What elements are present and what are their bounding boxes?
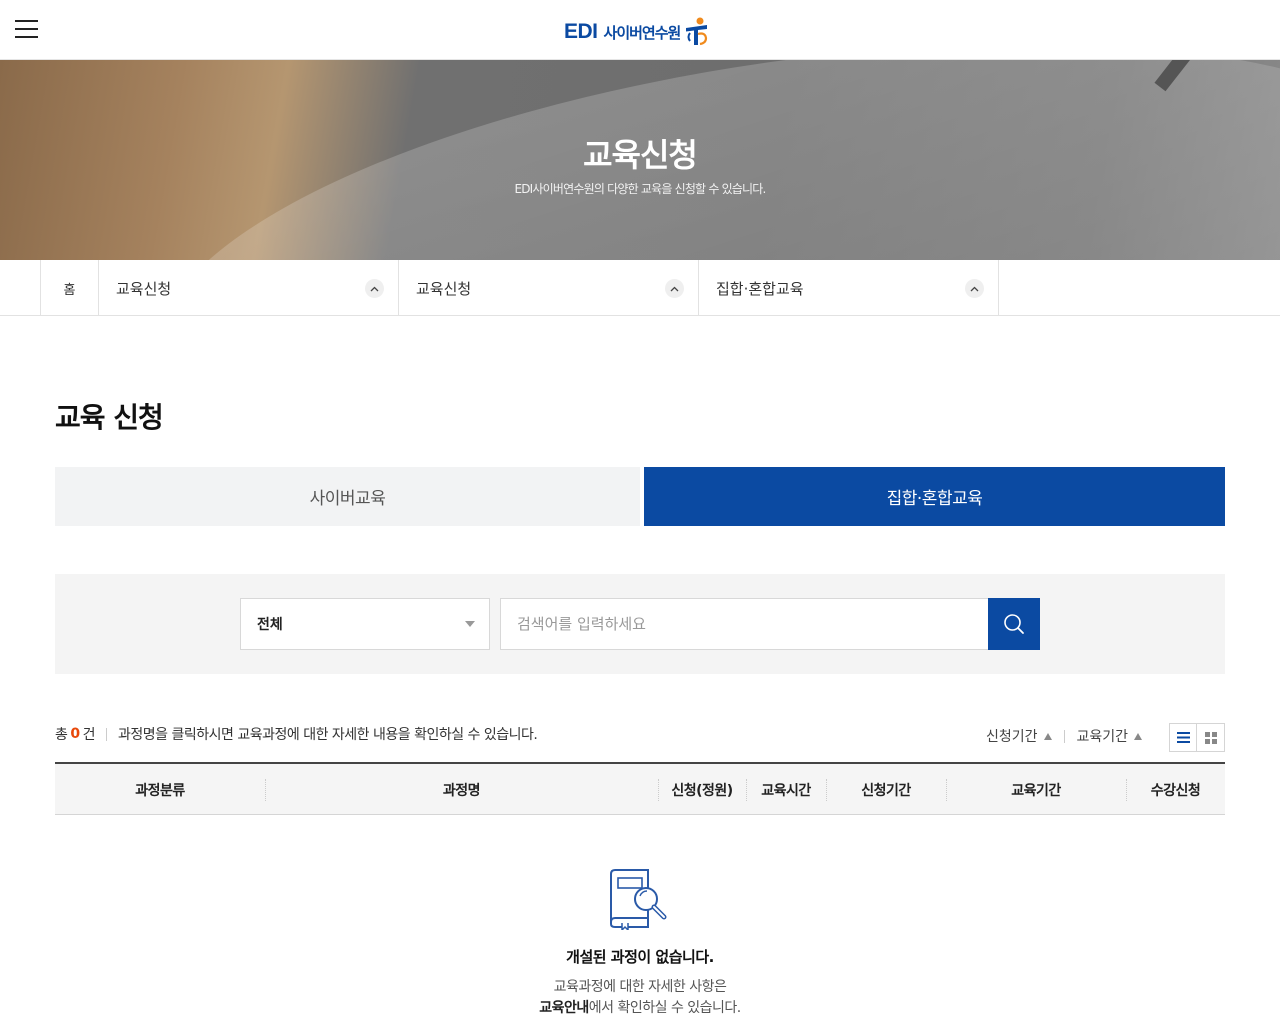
- divider: [106, 727, 108, 741]
- edu-guide-link[interactable]: 교육안내: [539, 1000, 589, 1016]
- chevron-up-icon: [965, 279, 984, 298]
- logo-korean-text: 사이버연수원: [603, 23, 682, 42]
- divider: [1063, 729, 1065, 743]
- list-view-button[interactable]: [1169, 723, 1197, 752]
- column-edu-hours: 교육시간: [746, 764, 826, 815]
- sort-by-apply-period[interactable]: 신청기간: [986, 726, 1052, 746]
- grid-view-button[interactable]: [1197, 723, 1225, 752]
- sort-by-edu-period[interactable]: 교육기간: [1077, 726, 1143, 746]
- location-depth-3[interactable]: 집합·혼합교육: [699, 260, 999, 316]
- location-home[interactable]: 홈: [40, 260, 99, 316]
- logo-edi-text: EDI: [564, 20, 598, 43]
- search-button[interactable]: [988, 598, 1040, 650]
- empty-state-desc-2: 교육안내에서 확인하실 수 있습니다.: [0, 997, 1280, 1017]
- empty-state-desc-rest: 에서 확인하실 수 있습니다.: [588, 1000, 741, 1016]
- dropdown-arrow-icon: [465, 621, 475, 627]
- location-depth-2-label: 교육신청: [416, 279, 472, 298]
- site-header: EDI 사이버연수원: [0, 0, 1280, 60]
- search-icon: [1004, 614, 1024, 634]
- grid-view-icon: [1204, 731, 1217, 744]
- column-enroll: 수강신청: [1126, 764, 1225, 815]
- page-title: 교육 신청: [55, 401, 164, 434]
- tab-group-blended-education[interactable]: 집합·혼합교육: [644, 467, 1225, 526]
- location-bar: 홈 교육신청 교육신청 집합·혼합교육: [0, 260, 1280, 316]
- column-applicants: 신청(정원): [658, 764, 746, 815]
- course-type-tabs: 사이버교육 집합·혼합교육: [55, 467, 1225, 526]
- site-logo[interactable]: EDI 사이버연수원: [564, 16, 711, 48]
- empty-state-desc: 교육과정에 대한 자세한 사항은: [553, 979, 727, 995]
- banner-title: 교육신청: [583, 136, 698, 174]
- location-depth-3-label: 집합·혼합교육: [716, 279, 804, 298]
- category-select-value: 전체: [257, 617, 283, 633]
- empty-state-title: 개설된 과정이 없습니다.: [566, 948, 714, 966]
- location-depth-1-label: 교육신청: [116, 279, 172, 298]
- search-area: 전체: [55, 574, 1225, 674]
- column-edu-period: 교육기간: [946, 764, 1126, 815]
- book-search-icon: [606, 868, 672, 934]
- tab-cyber-education[interactable]: 사이버교육: [55, 467, 640, 526]
- search-input[interactable]: [500, 598, 988, 650]
- menu-icon[interactable]: [15, 20, 38, 39]
- total-count: 0: [70, 726, 80, 742]
- course-table-header: 과정분류 과정명 신청(정원) 교육시간 신청기간 교육기간 수강신청: [55, 762, 1225, 815]
- sort-arrow-up-icon: [1134, 732, 1143, 740]
- total-prefix: 총: [55, 727, 68, 743]
- list-view-icon: [1176, 732, 1190, 743]
- sort-apply-label: 신청기간: [986, 729, 1038, 745]
- sort-arrow-up-icon: [1043, 732, 1052, 740]
- chevron-up-icon: [365, 279, 384, 298]
- column-category: 과정분류: [135, 782, 185, 799]
- column-course-name: 과정명: [265, 764, 658, 815]
- category-select[interactable]: 전체: [240, 598, 490, 650]
- location-depth-2[interactable]: 교육신청: [399, 260, 699, 316]
- sort-options: 신청기간 교육기간: [986, 726, 1143, 746]
- view-toggle: [1169, 723, 1225, 752]
- sort-edu-label: 교육기간: [1076, 729, 1129, 745]
- logo-mark-icon: [686, 17, 708, 46]
- list-guide-text: 과정명을 클릭하시면 교육과정에 대한 자세한 내용을 확인하실 수 있습니다.: [118, 727, 538, 743]
- list-info: 총 0 건 과정명을 클릭하시면 교육과정에 대한 자세한 내용을 확인하실 수…: [55, 724, 538, 744]
- page-banner: 교육신청 EDI사이버연수원의 다양한 교육을 신청할 수 있습니다.: [0, 60, 1280, 260]
- total-suffix: 건: [82, 727, 96, 743]
- column-apply-period: 신청기간: [826, 764, 946, 815]
- banner-subtitle: EDI사이버연수원의 다양한 교육을 신청할 수 있습니다.: [514, 182, 766, 196]
- chevron-up-icon: [665, 279, 684, 298]
- location-depth-1[interactable]: 교육신청: [99, 260, 399, 316]
